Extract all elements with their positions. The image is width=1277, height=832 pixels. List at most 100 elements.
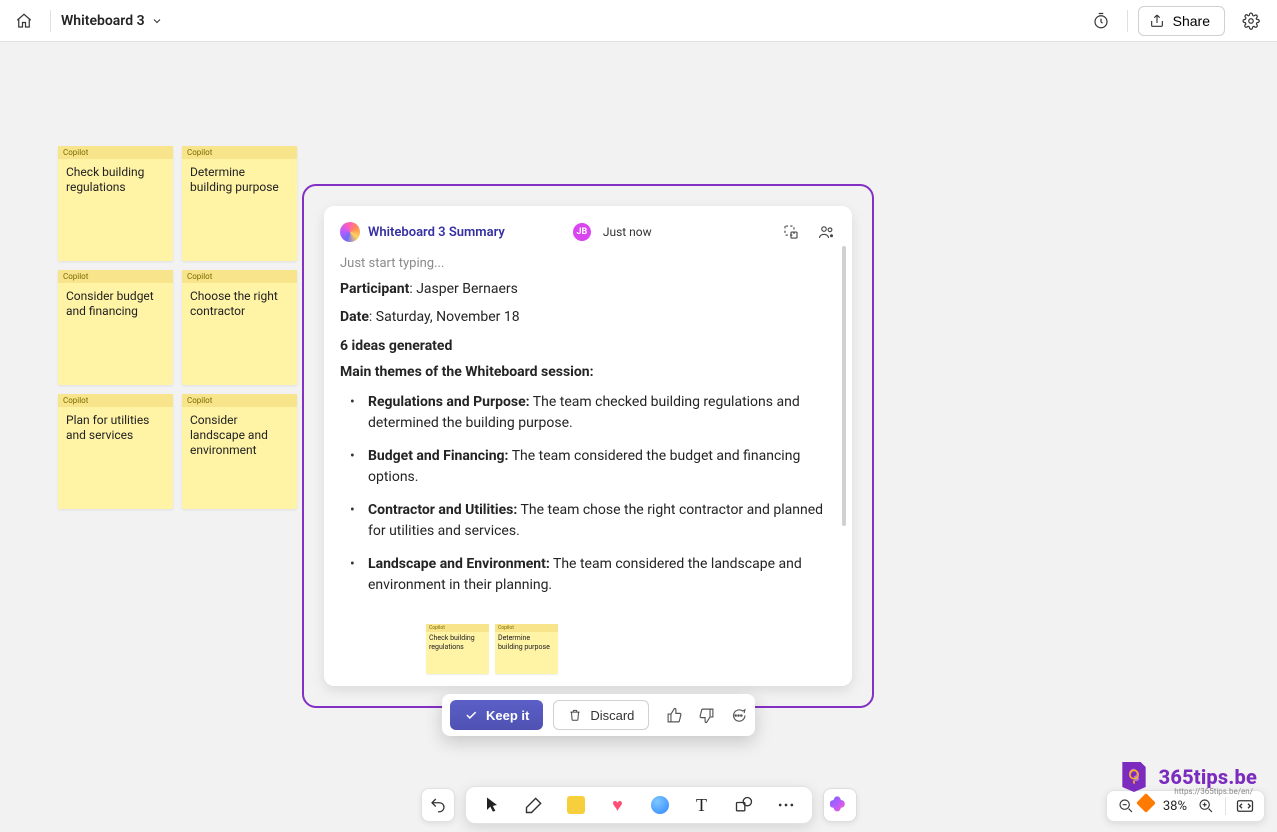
undo-button[interactable] [421,788,455,822]
cursor-icon [482,795,502,815]
board-title: Whiteboard 3 [61,13,145,29]
discard-label: Discard [590,708,634,723]
sticky-note[interactable]: Copilot Plan for utilities and services [58,394,173,509]
theme-item: Landscape and Environment: The team cons… [348,548,836,602]
summary-action-bar: Keep it Discard [442,694,755,736]
home-button[interactable] [8,5,40,37]
thumbs-up-button[interactable] [665,706,683,724]
undo-icon [429,796,447,814]
shape-tool[interactable] [732,793,756,817]
sticky-text: Plan for utilities and services [58,407,173,449]
settings-button[interactable] [1235,5,1267,37]
timer-icon [1092,12,1110,30]
date-label: Date [340,309,369,325]
summary-sticky-thumbnails: Copilot Check building regulations Copil… [340,624,836,674]
sticky-tool[interactable] [564,793,588,817]
date-value: Saturday, November 18 [376,309,520,325]
zoom-pointer-icon [1136,793,1156,813]
keep-button[interactable]: Keep it [450,700,543,730]
timer-button[interactable] [1085,5,1117,37]
sticky-tag: Copilot [58,270,173,283]
sticky-note[interactable]: Copilot Consider landscape and environme… [182,394,297,509]
sticky-text: Consider landscape and environment [182,407,297,464]
sticky-note[interactable]: Copilot Consider budget and financing [58,270,173,385]
sticky-text: Determine building purpose [182,159,297,201]
heart-icon: ♥ [612,795,623,816]
zoom-in-icon [1198,798,1214,814]
sticky-text: Consider budget and financing [58,283,173,325]
reaction-tool[interactable]: ♥ [606,793,630,817]
summary-card: Whiteboard 3 Summary JB Just now Just st… [324,206,852,686]
summary-timestamp: Just now [603,225,652,239]
share-button[interactable]: Share [1138,6,1225,36]
copilot-icon [830,795,850,815]
summary-title: Whiteboard 3 Summary [368,225,505,240]
more-icon [776,795,796,815]
sticky-text: Check building regulations [58,159,173,201]
more-tool[interactable] [774,793,798,817]
feedback-icons [665,706,747,724]
theme-item: Regulations and Purpose: The team checke… [348,386,836,440]
top-left: Whiteboard 3 [8,5,163,37]
summary-header: Whiteboard 3 Summary JB Just now [340,222,836,242]
divider [50,10,51,32]
brand-sub: https://365tips.be/en/ [1174,787,1253,796]
text-icon: T [696,795,707,816]
select-tool[interactable] [480,793,504,817]
pen-icon [524,795,544,815]
sticky-icon [567,796,585,814]
sticky-note[interactable]: Copilot Choose the right contractor [182,270,297,385]
discard-button[interactable]: Discard [553,700,649,730]
top-bar: Whiteboard 3 Share [0,0,1277,42]
theme-item: Budget and Financing: The team considere… [348,440,836,494]
sticky-text: Choose the right contractor [182,283,297,325]
gear-icon [1242,12,1260,30]
zoom-out-icon [1118,798,1134,814]
divider [1127,10,1128,32]
sticky-thumbnail[interactable]: Copilot Determine building purpose [495,624,558,674]
summary-content: Participant: Jasper Bernaers Date: Satur… [340,279,836,674]
people-icon [818,223,836,241]
fit-screen-button[interactable] [1236,797,1254,815]
sticky-tag: Copilot [182,146,297,159]
theme-item: Contractor and Utilities: The team chose… [348,494,836,548]
sticky-tag: Copilot [58,394,173,407]
top-right: Share [1085,5,1267,37]
brand-name: 365tips.be [1159,765,1257,789]
shape-icon [734,795,754,815]
text-tool[interactable]: T [690,793,714,817]
sticky-tag: Copilot [182,270,297,283]
select-area-button[interactable] [782,223,800,241]
summary-selection-frame[interactable]: Whiteboard 3 Summary JB Just now Just st… [302,184,874,708]
tool-row: ♥ T [465,786,813,824]
comment-tool[interactable] [648,793,672,817]
zoom-in-button[interactable] [1197,797,1215,815]
thumbs-down-icon [698,707,715,724]
author-avatar: JB [573,223,591,241]
sticky-thumbnail[interactable]: Copilot Check building regulations [426,624,489,674]
summary-scrollbar[interactable] [842,246,846,526]
bubble-icon [651,796,669,814]
pen-tool[interactable] [522,793,546,817]
trash-icon [568,708,582,722]
sticky-tag: Copilot [58,146,173,159]
zoom-out-button[interactable] [1117,797,1135,815]
sticky-note[interactable]: Copilot Check building regulations [58,146,173,261]
summary-placeholder[interactable]: Just start typing... [340,256,836,271]
comment-button[interactable] [729,706,747,724]
people-button[interactable] [818,223,836,241]
thumbs-down-button[interactable] [697,706,715,724]
copilot-icon [340,222,360,242]
fit-screen-icon [1236,799,1254,813]
copilot-button[interactable] [823,788,857,822]
select-area-icon [782,223,800,241]
whiteboard-canvas[interactable]: Copilot Check building regulations Copil… [0,42,1277,832]
sticky-tag: Copilot [182,394,297,407]
keep-label: Keep it [486,708,529,723]
sticky-note[interactable]: Copilot Determine building purpose [182,146,297,261]
share-label: Share [1173,13,1210,29]
board-title-dropdown[interactable]: Whiteboard 3 [61,13,163,29]
ideas-generated: 6 ideas generated [340,338,836,354]
themes-list: Regulations and Purpose: The team checke… [348,386,836,602]
summary-actions [782,223,836,241]
